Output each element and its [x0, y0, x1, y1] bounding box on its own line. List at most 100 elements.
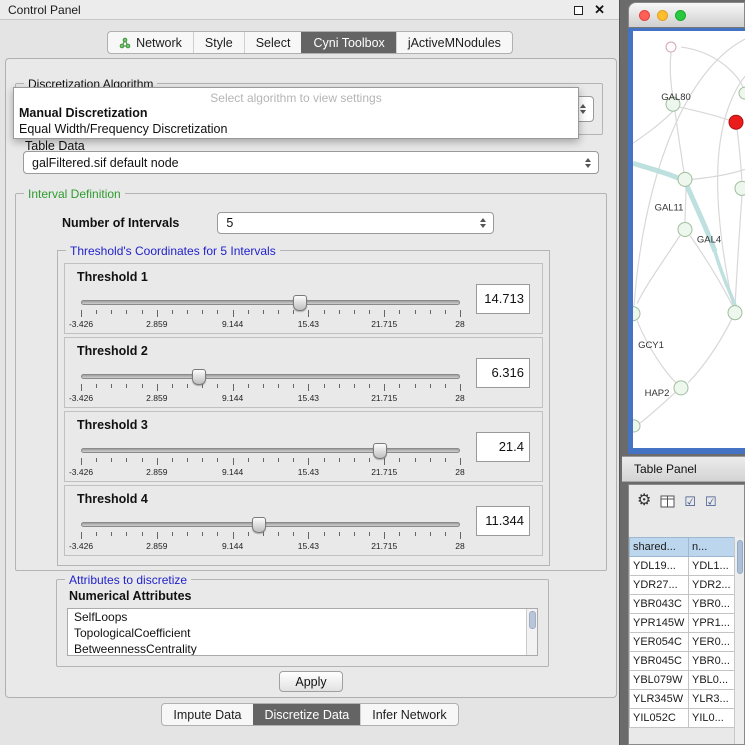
table-cell[interactable]: YBR0... — [689, 652, 736, 671]
table-cell[interactable]: YBR0... — [689, 595, 736, 614]
checkbox-icon[interactable]: ☑ — [705, 495, 717, 508]
dropdown-option-manual-discretization[interactable]: Manual Discretization — [14, 105, 578, 121]
table-cell[interactable]: YLR345W — [630, 690, 689, 709]
ruler-ticks — [81, 384, 460, 392]
algorithm-dropdown: Select algorithm to view settings Manual… — [13, 87, 579, 139]
columns-icon[interactable] — [660, 495, 675, 508]
network-node-gcy1[interactable] — [633, 307, 640, 321]
table-cell[interactable]: YDL19... — [630, 557, 689, 576]
threshold-value-input[interactable] — [476, 506, 530, 536]
table-panel-title: Table Panel — [634, 462, 697, 476]
ruler-tick — [278, 310, 279, 314]
number-of-intervals-combobox[interactable]: 5 — [217, 212, 494, 234]
table-row[interactable]: YER054CYER0... — [630, 633, 736, 652]
table-panel-header[interactable]: Table Panel — [622, 456, 745, 482]
table-row[interactable]: YBR045CYBR0... — [630, 652, 736, 671]
network-node[interactable] — [728, 306, 742, 320]
table-cell[interactable]: YIL0... — [689, 709, 736, 728]
table-cell[interactable]: YBR043C — [630, 595, 689, 614]
threshold-value-input[interactable] — [476, 284, 530, 314]
table-cell[interactable]: YBL0... — [689, 671, 736, 690]
network-node-gal11[interactable] — [678, 172, 692, 186]
column-header-name[interactable]: n... — [689, 538, 736, 557]
slider-handle[interactable] — [373, 443, 387, 459]
table-cell[interactable]: YER054C — [630, 633, 689, 652]
number-of-intervals-row: Number of Intervals 5 — [62, 212, 606, 234]
table-row[interactable]: YBL079WYBL0... — [630, 671, 736, 690]
float-window-icon[interactable] — [574, 6, 583, 15]
threshold-value-input[interactable] — [476, 358, 530, 388]
table-cell[interactable]: YIL052C — [630, 709, 689, 728]
node-label-gal4: GAL4 — [697, 234, 721, 245]
threshold-slider[interactable]: -3.4262.8599.14415.4321.71528 — [81, 514, 460, 558]
slider-track[interactable] — [81, 374, 460, 379]
scrollbar-thumb[interactable] — [529, 611, 536, 629]
close-icon[interactable]: ✕ — [594, 0, 605, 20]
network-node[interactable] — [666, 42, 676, 52]
close-traffic-light-icon[interactable] — [639, 10, 650, 21]
table-cell[interactable]: YBL079W — [630, 671, 689, 690]
slider-handle[interactable] — [293, 295, 307, 311]
tab-impute-data[interactable]: Impute Data — [162, 704, 252, 725]
table-cell[interactable]: YPR145W — [630, 614, 689, 633]
threshold-value-input[interactable] — [476, 432, 530, 462]
tab-style[interactable]: Style — [193, 32, 244, 53]
slider-track[interactable] — [81, 522, 460, 527]
network-node-selected-red[interactable] — [729, 115, 743, 129]
tab-jactivemnodules[interactable]: jActiveMNodules — [396, 32, 512, 53]
zoom-traffic-light-icon[interactable] — [675, 10, 686, 21]
table-row[interactable]: YIL052CYIL0... — [630, 709, 736, 728]
apply-button[interactable]: Apply — [279, 671, 343, 692]
slider-track[interactable] — [81, 300, 460, 305]
table-cell[interactable]: YLR3... — [689, 690, 736, 709]
attribute-list-item[interactable]: SelfLoops — [68, 609, 526, 625]
scrollbar[interactable] — [526, 609, 537, 655]
tab-cyni-toolbox[interactable]: Cyni Toolbox — [301, 32, 395, 53]
table-row[interactable]: YDR27...YDR2... — [630, 576, 736, 595]
tab-infer-network[interactable]: Infer Network — [360, 704, 457, 725]
tab-discretize-data[interactable]: Discretize Data — [253, 704, 361, 725]
checkbox-icon[interactable]: ☑ — [684, 495, 696, 508]
table-cell[interactable]: YPR1... — [689, 614, 736, 633]
attribute-list-item[interactable]: TopologicalCoefficient — [68, 625, 526, 641]
network-node-hap2[interactable] — [674, 381, 688, 395]
table-cell[interactable]: YER0... — [689, 633, 736, 652]
attribute-list-item[interactable]: BetweennessCentrality — [68, 641, 526, 656]
tab-select[interactable]: Select — [244, 32, 302, 53]
tab-network[interactable]: Network — [108, 32, 193, 53]
table-toolbar: ⚙ ☑ ☑ — [629, 485, 744, 517]
minimize-traffic-light-icon[interactable] — [657, 10, 668, 21]
dropdown-option-equal-width-frequency[interactable]: Equal Width/Frequency Discretization — [14, 121, 578, 137]
slider-track[interactable] — [81, 448, 460, 453]
table-row[interactable]: YLR345WYLR3... — [630, 690, 736, 709]
threshold-slider[interactable]: -3.4262.8599.14415.4321.71528 — [81, 366, 460, 410]
table-row[interactable]: YBR043CYBR0... — [630, 595, 736, 614]
scrollbar[interactable] — [734, 537, 744, 744]
ruler-tick — [430, 532, 431, 536]
tab-label: Impute Data — [173, 708, 241, 722]
table-cell[interactable]: YDR2... — [689, 576, 736, 595]
network-node[interactable] — [633, 420, 640, 432]
table-data-combobox[interactable]: galFiltered.sif default node — [23, 151, 599, 174]
slider-handle[interactable] — [252, 517, 266, 533]
ruler-tick — [293, 384, 294, 388]
ruler-tick — [81, 458, 82, 465]
slider-handle[interactable] — [192, 369, 206, 385]
ruler-tick — [308, 532, 309, 539]
gear-icon[interactable]: ⚙ — [637, 493, 651, 509]
scale-label: 9.144 — [222, 467, 243, 477]
table-cell[interactable]: YBR045C — [630, 652, 689, 671]
table-row[interactable]: YPR145WYPR1... — [630, 614, 736, 633]
network-node[interactable] — [735, 181, 745, 195]
attributes-list[interactable]: SelfLoopsTopologicalCoefficientBetweenne… — [67, 608, 538, 656]
scrollbar-thumb[interactable] — [737, 540, 743, 574]
network-node[interactable] — [739, 87, 745, 99]
table-cell[interactable]: YDR27... — [630, 576, 689, 595]
table-cell[interactable]: YDL1... — [689, 557, 736, 576]
network-node-gal4[interactable] — [678, 222, 692, 236]
table-row[interactable]: YDL19...YDL1... — [630, 557, 736, 576]
threshold-slider[interactable]: -3.4262.8599.14415.4321.71528 — [81, 292, 460, 336]
column-header-shared-name[interactable]: shared... — [630, 538, 689, 557]
network-canvas[interactable]: GAL80 GAL11 GAL4 GCY1 HAP2 — [633, 31, 745, 448]
threshold-slider[interactable]: -3.4262.8599.14415.4321.71528 — [81, 440, 460, 484]
